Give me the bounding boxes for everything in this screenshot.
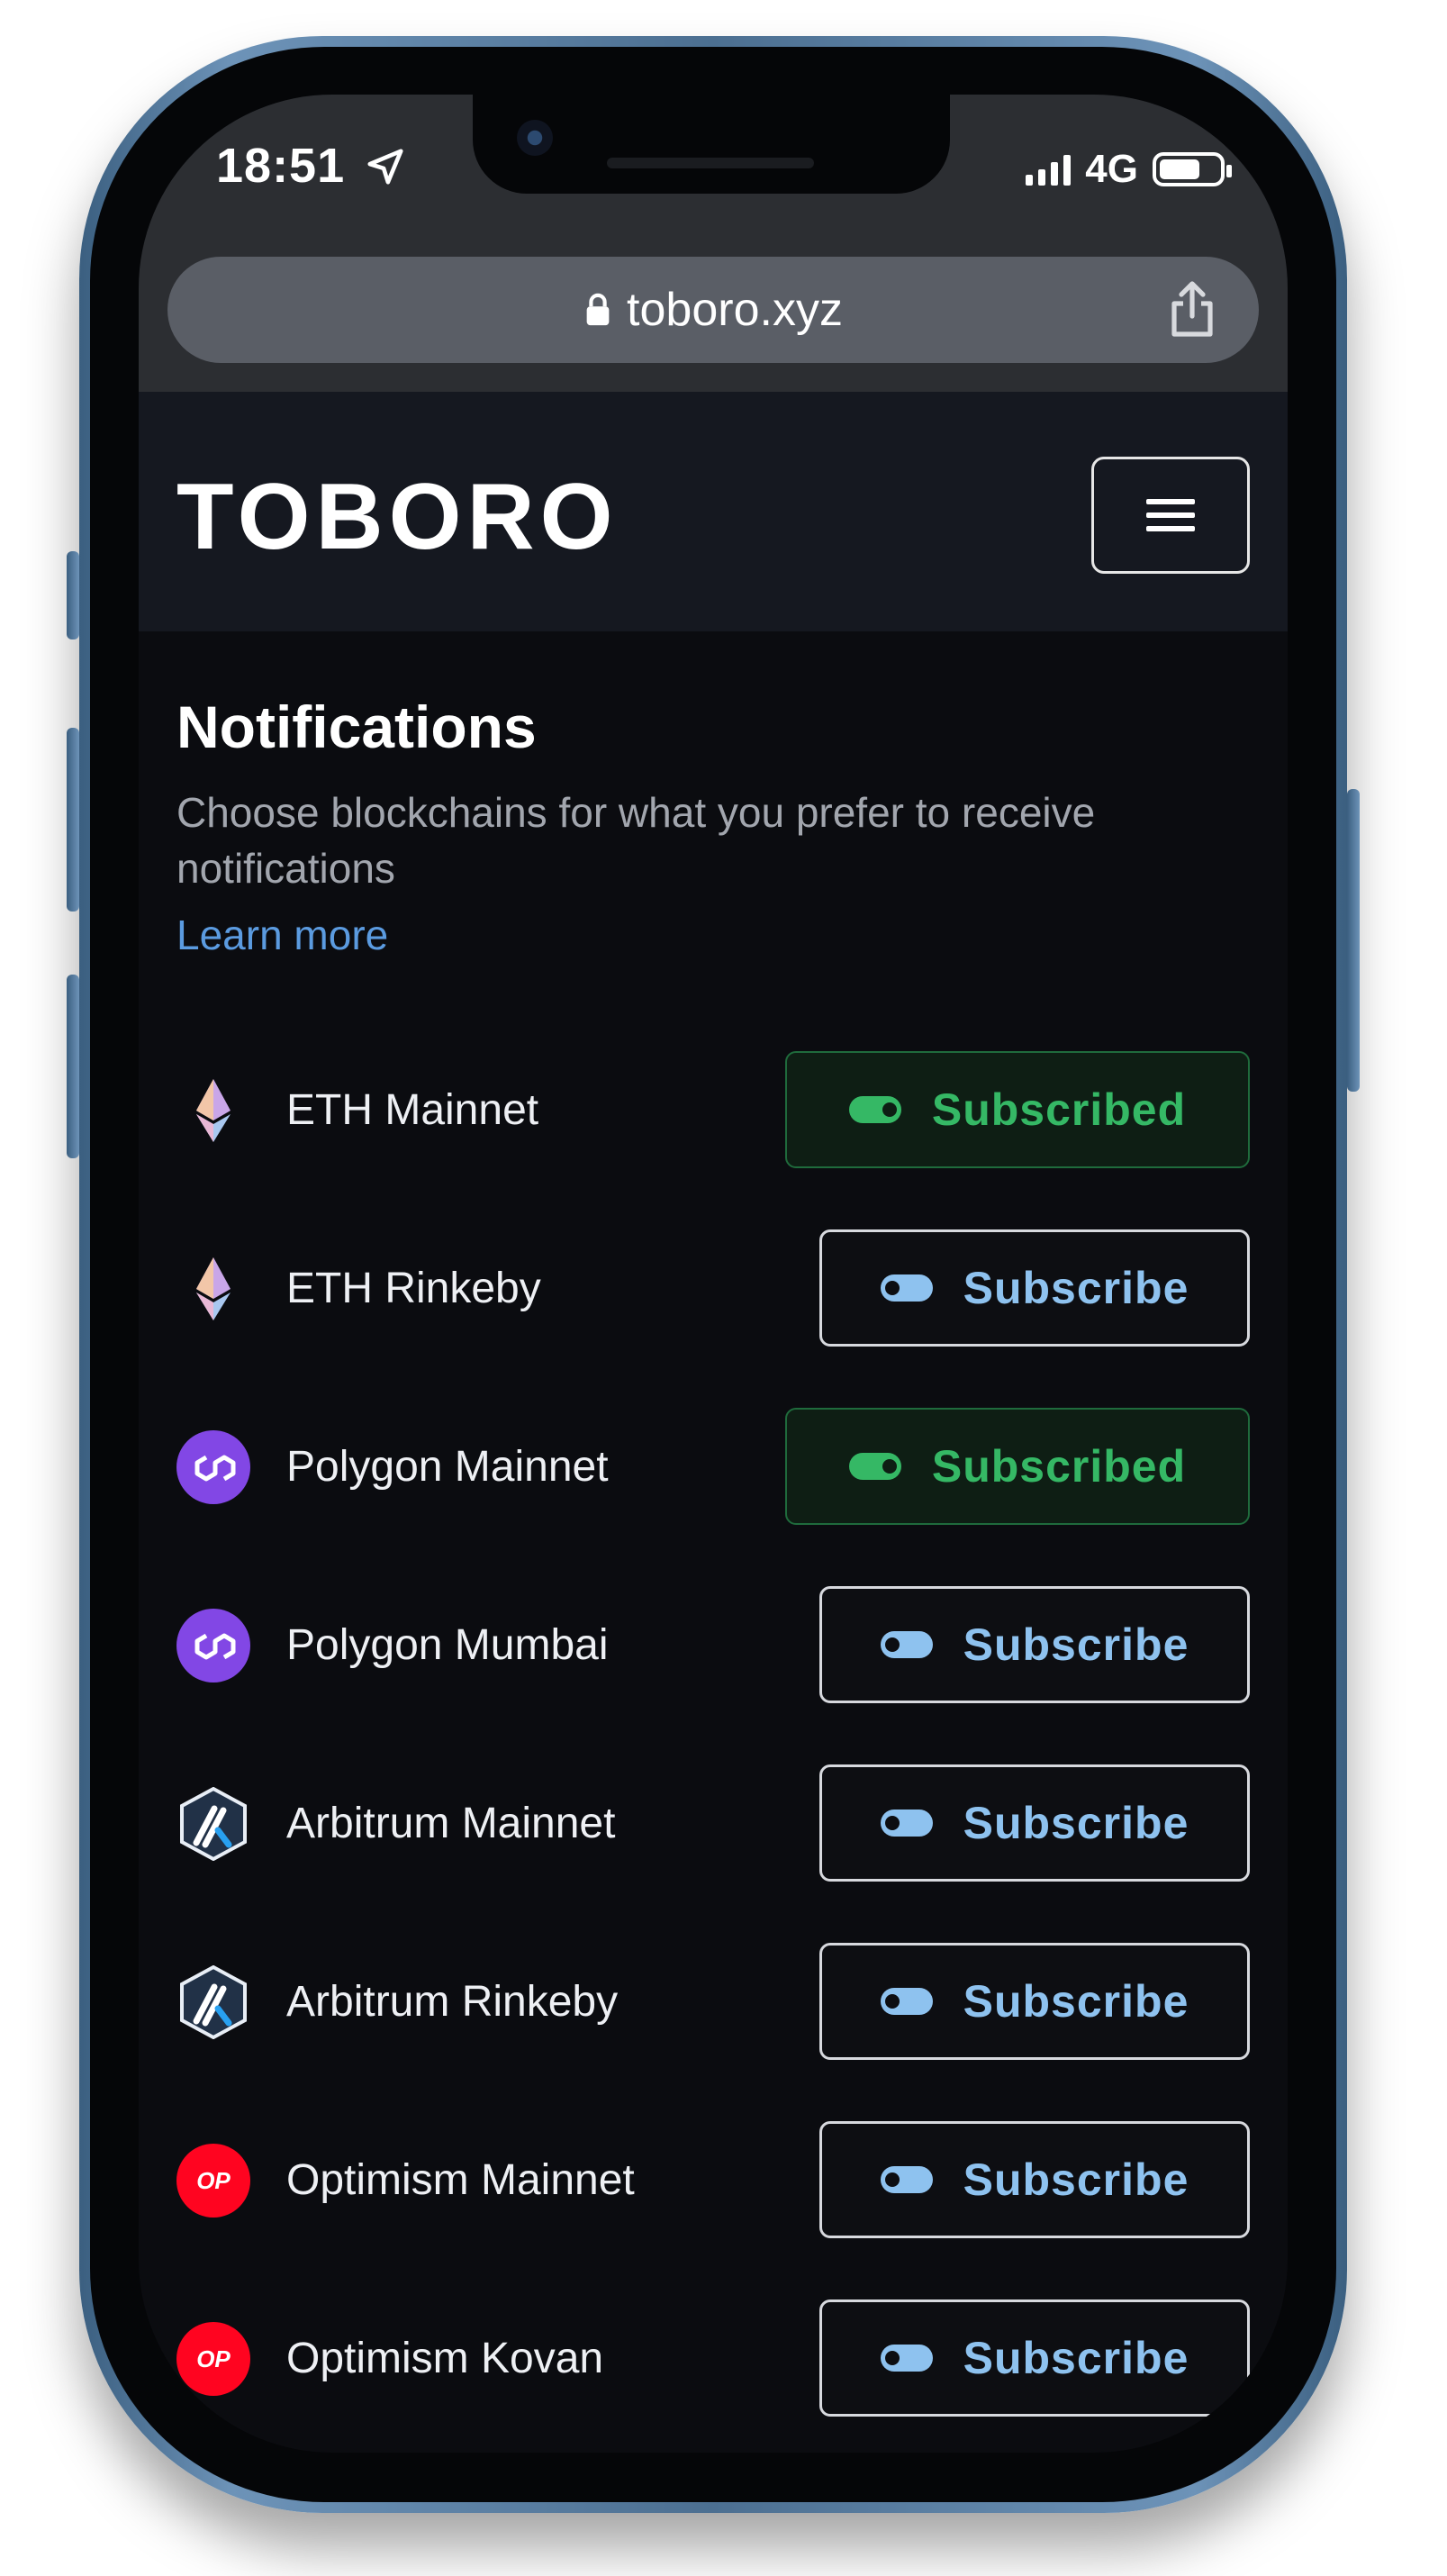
status-time: 18:51 bbox=[216, 138, 406, 194]
chain-row-optimism-mainnet: OP Optimism Mainnet Subscribe bbox=[139, 2121, 1288, 2238]
power-button bbox=[1347, 789, 1360, 1092]
front-camera bbox=[517, 120, 553, 156]
menu-icon-line bbox=[1146, 526, 1195, 531]
subscribe-button[interactable]: Subscribe bbox=[819, 2121, 1250, 2238]
optimism-icon: OP bbox=[176, 2322, 250, 2396]
chain-row-optimism-kovan: OP Optimism Kovan Subscribe bbox=[139, 2299, 1288, 2417]
location-arrow-icon bbox=[367, 149, 403, 185]
polygon-icon bbox=[176, 1430, 250, 1504]
button-label: Subscribe bbox=[963, 1976, 1189, 2027]
battery-icon bbox=[1153, 152, 1232, 186]
toggle-off-icon bbox=[880, 2166, 933, 2193]
subscribe-button[interactable]: Subscribe bbox=[819, 1764, 1250, 1882]
chain-name: Arbitrum Mainnet bbox=[286, 1799, 616, 1847]
toggle-on-icon bbox=[848, 1096, 901, 1123]
arbitrum-icon bbox=[180, 1965, 247, 2039]
chain-name: ETH Mainnet bbox=[286, 1085, 539, 1134]
page-title: Notifications bbox=[176, 694, 537, 760]
notifications-section: Notifications Choose blockchains for wha… bbox=[139, 631, 1288, 2453]
button-label: Subscribed bbox=[931, 1441, 1187, 1492]
menu-icon-line bbox=[1146, 499, 1195, 504]
arbitrum-icon bbox=[180, 1787, 247, 1861]
page-subtitle: Choose blockchains for what you prefer t… bbox=[176, 789, 1096, 892]
chain-row-eth-rinkeby: ETH Rinkeby Subscribe bbox=[139, 1229, 1288, 1347]
ethereum-icon bbox=[196, 1257, 231, 1320]
learn-more-link[interactable]: Learn more bbox=[176, 911, 388, 959]
button-label: Subscribe bbox=[963, 1619, 1189, 1670]
earpiece bbox=[607, 158, 814, 168]
chain-row-arbitrum-rinkeby: Arbitrum Rinkeby Subscribe bbox=[139, 1943, 1288, 2060]
menu-icon-line bbox=[1146, 512, 1195, 518]
lock-icon bbox=[586, 293, 610, 326]
chain-row-arbitrum-mainnet: Arbitrum Mainnet Subscribe bbox=[139, 1764, 1288, 1882]
button-label: Subscribe bbox=[963, 2154, 1189, 2205]
subscribed-button[interactable]: Subscribed bbox=[785, 1408, 1250, 1525]
button-label: Subscribed bbox=[931, 1084, 1187, 1135]
toggle-off-icon bbox=[880, 1631, 933, 1658]
subscribe-button[interactable]: Subscribe bbox=[819, 1229, 1250, 1347]
toggle-on-icon bbox=[848, 1453, 901, 1480]
site-header: TOBORO bbox=[139, 392, 1288, 631]
address-bar[interactable]: toboro.xyz bbox=[167, 257, 1259, 363]
svg-text:OP: OP bbox=[196, 2345, 231, 2372]
subscribe-button[interactable]: Subscribe bbox=[819, 2299, 1250, 2417]
toggle-off-icon bbox=[880, 1988, 933, 2015]
chain-name: Optimism Mainnet bbox=[286, 2155, 635, 2204]
volume-down-button bbox=[67, 975, 79, 1158]
network-label: 4G bbox=[1085, 147, 1138, 191]
subscribed-button[interactable]: Subscribed bbox=[785, 1051, 1250, 1168]
volume-up-button bbox=[67, 728, 79, 912]
silent-switch bbox=[67, 551, 79, 639]
chain-name: ETH Rinkeby bbox=[286, 1264, 541, 1312]
hamburger-menu-button[interactable] bbox=[1091, 457, 1250, 574]
button-label: Subscribe bbox=[963, 1798, 1189, 1848]
logo[interactable]: TOBORO bbox=[176, 464, 619, 571]
url-text: toboro.xyz bbox=[627, 284, 843, 336]
signal-icon bbox=[1026, 153, 1072, 186]
button-label: Subscribe bbox=[963, 2333, 1189, 2383]
share-icon[interactable] bbox=[1167, 280, 1217, 338]
button-label: Subscribe bbox=[963, 1263, 1189, 1313]
optimism-icon: OP bbox=[176, 2144, 250, 2218]
polygon-icon bbox=[176, 1609, 250, 1683]
toggle-off-icon bbox=[880, 1274, 933, 1302]
chain-row-polygon-mumbai: Polygon Mumbai Subscribe bbox=[139, 1586, 1288, 1703]
ethereum-icon bbox=[196, 1079, 231, 1142]
phone-screen: 18:51 4G toboro.xyz TOBORO Notifications… bbox=[139, 95, 1288, 2453]
subscribe-button[interactable]: Subscribe bbox=[819, 1943, 1250, 2060]
chain-name: Optimism Kovan bbox=[286, 2334, 604, 2382]
chain-row-polygon-mainnet: Polygon Mainnet Subscribed bbox=[139, 1408, 1288, 1525]
subscribe-button[interactable]: Subscribe bbox=[819, 1586, 1250, 1703]
chain-name: Arbitrum Rinkeby bbox=[286, 1977, 619, 2026]
toggle-off-icon bbox=[880, 2345, 933, 2372]
chain-row-eth-mainnet: ETH Mainnet Subscribed bbox=[139, 1051, 1288, 1168]
toggle-off-icon bbox=[880, 1810, 933, 1837]
svg-text:OP: OP bbox=[196, 2167, 231, 2194]
chain-name: Polygon Mumbai bbox=[286, 1620, 609, 1669]
status-indicators: 4G bbox=[1026, 147, 1232, 192]
chain-name: Polygon Mainnet bbox=[286, 1442, 609, 1491]
